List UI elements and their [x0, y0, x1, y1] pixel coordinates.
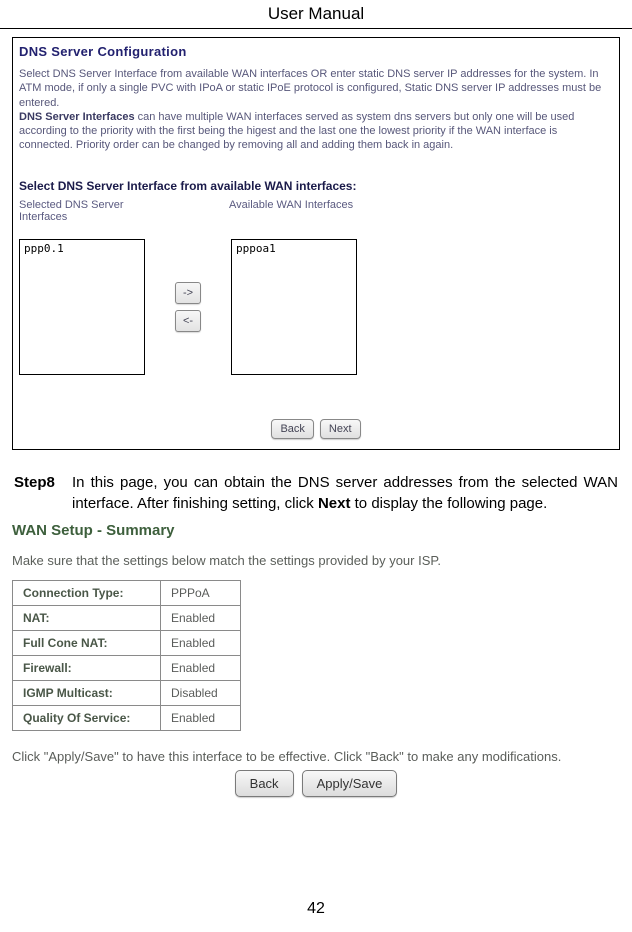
- wan-back-button[interactable]: Back: [235, 770, 294, 797]
- cell-key: Full Cone NAT:: [13, 630, 161, 655]
- wan-footer-text: Click "Apply/Save" to have this interfac…: [12, 749, 620, 764]
- dns-desc-p1: Select DNS Server Interface from availab…: [19, 68, 601, 109]
- step8-row: Step8 In this page, you can obtain the D…: [12, 472, 620, 514]
- page-number: 42: [0, 900, 632, 918]
- wan-button-row: Back Apply/Save: [12, 770, 620, 797]
- step-text-b: to display the following page.: [350, 495, 547, 512]
- wan-summary-title: WAN Setup - Summary: [12, 522, 620, 539]
- dns-desc-bold: DNS Server Interfaces: [19, 111, 135, 123]
- cell-val: PPPoA: [161, 580, 241, 605]
- table-row: Quality Of Service:Enabled: [13, 705, 241, 730]
- select-heading: Select DNS Server Interface from availab…: [19, 179, 613, 193]
- table-row: IGMP Multicast:Disabled: [13, 680, 241, 705]
- dns-config-panel: DNS Server Configuration Select DNS Serv…: [12, 37, 620, 450]
- next-button[interactable]: Next: [320, 419, 361, 439]
- label-available: Available WAN Interfaces: [229, 199, 429, 223]
- cell-val: Enabled: [161, 655, 241, 680]
- cell-key: NAT:: [13, 605, 161, 630]
- cell-val: Enabled: [161, 705, 241, 730]
- dns-title: DNS Server Configuration: [19, 44, 613, 59]
- table-row: Connection Type:PPPoA: [13, 580, 241, 605]
- cell-key: Connection Type:: [13, 580, 161, 605]
- available-listbox[interactable]: pppoa1: [231, 239, 357, 375]
- label-selected: Selected DNS Server Interfaces: [19, 199, 169, 223]
- listbox-labels: Selected DNS Server Interfaces Available…: [19, 199, 613, 223]
- cell-key: Quality Of Service:: [13, 705, 161, 730]
- listboxes-row: ppp0.1 -> <- pppoa1: [19, 239, 613, 375]
- back-button[interactable]: Back: [271, 419, 313, 439]
- page-header: User Manual: [0, 0, 632, 29]
- content: DNS Server Configuration Select DNS Serv…: [0, 37, 632, 797]
- step-text-next: Next: [318, 495, 351, 512]
- cell-key: IGMP Multicast:: [13, 680, 161, 705]
- table-row: NAT:Enabled: [13, 605, 241, 630]
- table-row: Firewall:Enabled: [13, 655, 241, 680]
- table-row: Full Cone NAT:Enabled: [13, 630, 241, 655]
- step-label: Step8: [14, 472, 72, 514]
- cell-val: Enabled: [161, 630, 241, 655]
- dns-nav-row: Back Next: [19, 419, 613, 439]
- wan-intro: Make sure that the settings below match …: [12, 553, 620, 568]
- arrow-buttons: -> <-: [175, 282, 201, 332]
- move-right-button[interactable]: ->: [175, 282, 201, 304]
- selected-listbox[interactable]: ppp0.1: [19, 239, 145, 375]
- step-text: In this page, you can obtain the DNS ser…: [72, 472, 618, 514]
- cell-val: Enabled: [161, 605, 241, 630]
- cell-key: Firewall:: [13, 655, 161, 680]
- summary-table: Connection Type:PPPoA NAT:Enabled Full C…: [12, 580, 241, 731]
- wan-apply-save-button[interactable]: Apply/Save: [302, 770, 398, 797]
- dns-description: Select DNS Server Interface from availab…: [19, 67, 613, 153]
- cell-val: Disabled: [161, 680, 241, 705]
- move-left-button[interactable]: <-: [175, 310, 201, 332]
